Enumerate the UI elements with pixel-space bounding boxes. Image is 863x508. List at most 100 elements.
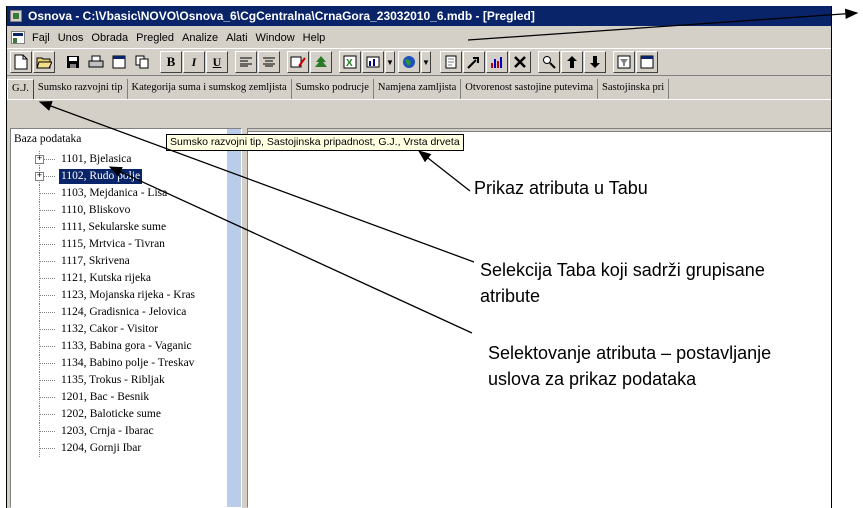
tree-structure-icon[interactable] bbox=[310, 51, 332, 73]
globe-icon[interactable] bbox=[398, 51, 420, 73]
tree-item-label: 1110, Bliskovo bbox=[61, 204, 131, 216]
annotation-attribute-selection: Selektovanje atributa – postavljanje usl… bbox=[488, 343, 772, 389]
align-center-icon[interactable] bbox=[258, 51, 280, 73]
search-icon[interactable] bbox=[538, 51, 560, 73]
tree-item[interactable]: 1111, Sekularske sume bbox=[11, 219, 233, 236]
expand-plus-icon[interactable]: + bbox=[35, 172, 44, 181]
tree-branch-line bbox=[39, 261, 55, 262]
save-icon[interactable] bbox=[62, 51, 84, 73]
tree-scrollbar[interactable] bbox=[227, 129, 241, 507]
tree-item-label: 1134, Babino polje - Treskav bbox=[61, 357, 195, 369]
tab-namjena-zemljista[interactable]: Namjena zamljista bbox=[374, 79, 462, 99]
tree-item[interactable]: 1103, Mejdanica - Lisa bbox=[11, 185, 233, 202]
tab-sastojinska-pripadnost[interactable]: Sastojinska pri bbox=[598, 79, 670, 99]
tree-item-label: 1111, Sekularske sume bbox=[61, 221, 167, 233]
menu-analize[interactable]: Analize bbox=[178, 32, 222, 44]
print-icon[interactable] bbox=[85, 51, 107, 73]
attribute-tree: Baza podataka +1101, Bjelasica +1102, Rud… bbox=[11, 129, 233, 507]
tree-item-label: 1101, Bjelasica bbox=[61, 153, 132, 165]
export-arrow-icon[interactable] bbox=[463, 51, 485, 73]
tree-branch-line bbox=[39, 346, 55, 347]
sort-ascending-icon[interactable] bbox=[561, 51, 583, 73]
tree-item[interactable]: 1202, Baloticke sume bbox=[11, 406, 233, 423]
menu-alati[interactable]: Alati bbox=[222, 32, 251, 44]
tree-item[interactable]: +1101, Bjelasica bbox=[11, 151, 233, 168]
attribute-tree-panel: Baza podataka +1101, Bjelasica +1102, Rud… bbox=[10, 128, 242, 508]
tree-item[interactable]: 1124, Gradisnica - Jelovica bbox=[11, 304, 233, 321]
underline-button[interactable]: U bbox=[206, 51, 228, 73]
tree-item-label: 1103, Mejdanica - Lisa bbox=[61, 187, 168, 199]
tab-gj[interactable]: G.J. bbox=[7, 79, 34, 99]
tree-item[interactable]: 1133, Babina gora - Vaganic bbox=[11, 338, 233, 355]
tree-item[interactable]: 1121, Kutska rijeka bbox=[11, 270, 233, 287]
tree-item[interactable]: 1132, Cakor - Visitor bbox=[11, 321, 233, 338]
tree-item[interactable]: 1135, Trokus - Ribljak bbox=[11, 372, 233, 389]
excel-icon[interactable]: X bbox=[339, 51, 361, 73]
tree-branch-line bbox=[39, 193, 55, 194]
tree-branch-line bbox=[39, 448, 55, 449]
tree-item[interactable]: 1123, Mojanska rijeka - Kras bbox=[11, 287, 233, 304]
filter-icon[interactable] bbox=[613, 51, 635, 73]
window-icon[interactable] bbox=[636, 51, 658, 73]
tree-item[interactable]: 1204, Gornji Ibar bbox=[11, 440, 233, 457]
tree-root-label[interactable]: Baza podataka bbox=[14, 133, 81, 145]
sort-descending-icon[interactable] bbox=[584, 51, 606, 73]
align-left-icon[interactable] bbox=[235, 51, 257, 73]
tree-item[interactable]: 1201, Bac - Besnik bbox=[11, 389, 233, 406]
panel-header-strip bbox=[248, 129, 831, 132]
tree-item[interactable]: 1110, Bliskovo bbox=[11, 202, 233, 219]
tree-branch-line bbox=[39, 227, 55, 228]
tree-item-label: 1135, Trokus - Ribljak bbox=[61, 374, 165, 386]
report-icon[interactable] bbox=[440, 51, 462, 73]
tree-branch-line bbox=[39, 414, 55, 415]
tab-kategorija-suma[interactable]: Kategorija suma i sumskog zemljista bbox=[128, 79, 292, 99]
svg-text:X: X bbox=[346, 58, 353, 69]
tree-item-label: 1124, Gradisnica - Jelovica bbox=[61, 306, 187, 318]
menu-window[interactable]: Window bbox=[252, 32, 299, 44]
bold-button[interactable]: B bbox=[160, 51, 182, 73]
tab-attributes-tooltip: Sumsko razvojni tip, Sastojinska pripadn… bbox=[166, 134, 464, 151]
menu-unos[interactable]: Unos bbox=[54, 32, 88, 44]
window-title: Osnova - C:\Vbasic\NOVO\Osnova_6\CgCentr… bbox=[28, 9, 535, 23]
open-folder-icon[interactable] bbox=[33, 51, 55, 73]
tab-sumsko-razvojni-tip[interactable]: Sumsko razvojni tip bbox=[34, 79, 128, 99]
italic-button[interactable]: I bbox=[183, 51, 205, 73]
menu-help[interactable]: Help bbox=[299, 32, 330, 44]
tree-item-label: 1121, Kutska rijeka bbox=[61, 272, 151, 284]
tree-item-label: 1201, Bac - Besnik bbox=[61, 391, 150, 403]
tree-item-label: 1102, Rudo polje bbox=[59, 169, 143, 184]
tab-otvorenost-sastojine[interactable]: Otvorenost sastojine putevima bbox=[461, 79, 599, 99]
tree-item[interactable]: 1117, Skrivena bbox=[11, 253, 233, 270]
new-file-icon[interactable] bbox=[10, 51, 32, 73]
tree-item[interactable]: +1102, Rudo polje bbox=[11, 168, 233, 185]
tree-branch-line bbox=[39, 244, 55, 245]
attribute-tab-strip: G.J. Sumsko razvojni tip Kategorija suma… bbox=[7, 78, 831, 100]
tree-item-label: 1117, Skrivena bbox=[61, 255, 130, 267]
tree-item-label: 1115, Mrtvica - Tivran bbox=[61, 238, 165, 250]
tree-item-label: 1123, Mojanska rijeka - Kras bbox=[61, 289, 196, 301]
tree-item[interactable]: 1134, Babino polje - Treskav bbox=[11, 355, 233, 372]
chart-tool-dropdown-icon[interactable]: ▼ bbox=[385, 51, 395, 73]
tree-item-label: 1203, Crnja - Ibarac bbox=[61, 425, 154, 437]
chart-tool-icon[interactable] bbox=[362, 51, 384, 73]
calendar-icon[interactable] bbox=[108, 51, 130, 73]
globe-dropdown-icon[interactable]: ▼ bbox=[421, 51, 431, 73]
tree-branch-line bbox=[39, 278, 55, 279]
copy-icon[interactable] bbox=[131, 51, 153, 73]
tree-branch-line bbox=[39, 363, 55, 364]
bar-chart-icon[interactable] bbox=[486, 51, 508, 73]
menu-pregled[interactable]: Pregled bbox=[132, 32, 178, 44]
document-window-icon[interactable] bbox=[11, 31, 25, 44]
menu-fajl[interactable]: Fajl bbox=[28, 32, 54, 44]
edit-form-icon[interactable] bbox=[287, 51, 309, 73]
tree-item[interactable]: 1203, Crnja - Ibarac bbox=[11, 423, 233, 440]
app-icon[interactable] bbox=[10, 10, 22, 22]
tree-item-label: 1202, Baloticke sume bbox=[61, 408, 161, 420]
tab-sumsko-podrucje[interactable]: Sumsko podrucje bbox=[292, 79, 374, 99]
menu-bar: Fajl Unos Obrada Pregled Analize Alati W… bbox=[7, 28, 831, 47]
tree-item[interactable]: 1115, Mrtvica - Tivran bbox=[11, 236, 233, 253]
tools-icon[interactable] bbox=[509, 51, 531, 73]
expand-plus-icon[interactable]: + bbox=[35, 155, 44, 164]
menu-obrada[interactable]: Obrada bbox=[87, 32, 132, 44]
tree-branch-line bbox=[39, 397, 55, 398]
